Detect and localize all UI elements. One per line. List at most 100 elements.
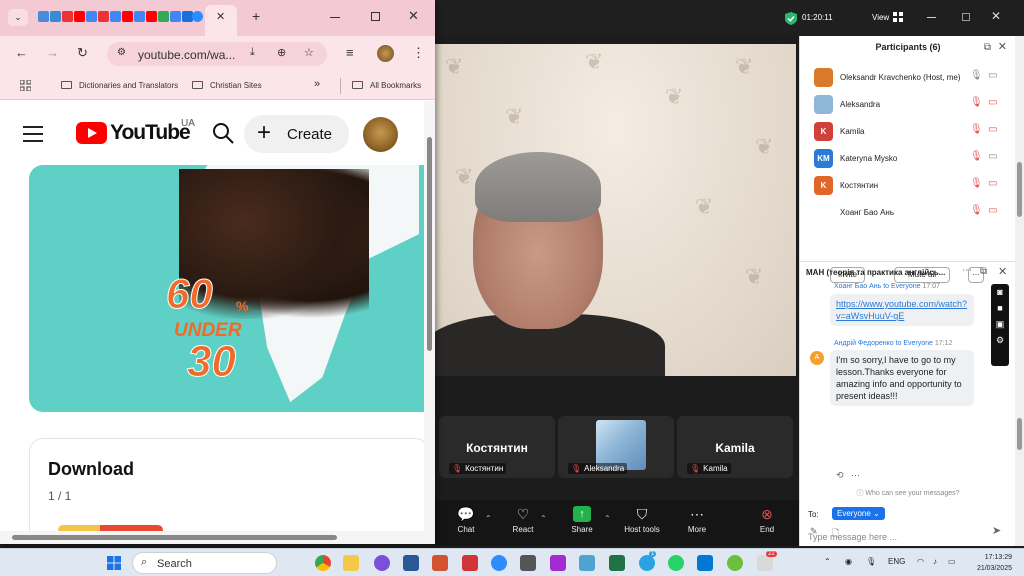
participant-row[interactable]: K Костянтин 🎙 ▭ [800,172,1016,199]
zoom-close-button[interactable]: ✕ [991,9,1001,23]
panel-scrollbar[interactable] [1015,36,1024,546]
participant-row[interactable]: K Kamila 🎙 ▭ [800,118,1016,145]
tab-favicon[interactable] [98,11,109,22]
tab-favicon[interactable] [158,11,169,22]
address-bar[interactable]: ⚙ youtube.com/wa... ⤓ ⊕ ☆ [107,42,327,66]
all-bookmarks[interactable]: All Bookmarks [352,81,421,90]
file-explorer-icon[interactable] [343,555,359,571]
menu-icon[interactable]: ⋮ [412,45,425,61]
volume-icon[interactable]: ♪ [933,557,937,566]
chevron-up-icon[interactable]: ⌃ [604,514,611,523]
mic-on-icon[interactable]: 🎙 [970,70,983,81]
camera-off-icon[interactable]: ▭ [988,178,997,189]
participant-row[interactable]: Aleksandra 🎙 ▭ [800,91,1016,118]
zoom-app-icon[interactable] [491,555,507,571]
mic-muted-icon[interactable]: 🎙 [970,178,983,189]
camera-on-icon[interactable]: ▭ [988,70,997,81]
format-icon[interactable]: ✎ [810,526,818,537]
grid-view-icon[interactable] [893,12,903,22]
tab-favicon[interactable] [50,11,61,22]
calendar-icon[interactable] [520,555,536,571]
new-tab-button[interactable]: + [252,8,260,24]
minimize-button[interactable] [330,17,340,18]
popout-icon[interactable]: ⧉ [984,42,991,53]
tab-favicon[interactable] [110,11,121,22]
site-info-icon[interactable]: ⚙ [117,47,126,58]
tab-favicon[interactable] [74,11,85,22]
create-button[interactable]: + Create [244,115,349,153]
maximize-button[interactable] [371,12,380,21]
window-icon[interactable]: ▣ [991,316,1009,332]
install-icon[interactable]: ⤓ [250,46,255,59]
tab-favicon[interactable] [86,11,97,22]
recipient-select[interactable]: Everyone ⌄ [832,507,885,520]
viber-icon[interactable] [374,555,390,571]
participant-row[interactable]: KM Kateryna Mysko 🎙 ▭ [800,145,1016,172]
zoom-icon[interactable]: ⊕ [277,46,286,59]
youtube-wordmark[interactable]: YouTube [110,121,191,145]
app-icon[interactable] [579,555,595,571]
chat-input[interactable]: Type message here ... [808,532,897,542]
tab-favicon[interactable] [134,11,145,22]
chrome-app-icon[interactable] [315,555,331,571]
camera-icon[interactable]: ◙ [991,284,1009,300]
taskbar-search[interactable]: ⌕ Search [132,552,277,574]
scrollbar-thumb[interactable] [1017,418,1022,450]
scrollbar-thumb[interactable] [427,137,432,351]
tab-close-icon[interactable]: ✕ [216,10,225,23]
settings-icon[interactable]: ⚙ [991,332,1009,348]
chevron-more-icon[interactable]: » [314,78,320,90]
powerpoint-icon[interactable] [432,555,448,571]
windows-start-icon[interactable] [107,556,121,570]
telegram-icon[interactable] [639,555,655,571]
chevron-up-icon[interactable]: ⌃ [824,557,831,566]
mic-muted-icon[interactable]: 🎙 [970,205,983,216]
store-icon[interactable] [757,555,773,571]
download-card[interactable]: Download 1 / 1 [29,438,424,531]
tab-favicon[interactable] [122,11,133,22]
close-panel-icon[interactable]: ✕ [998,40,1007,53]
file-icon[interactable]: 🗋 [832,526,839,542]
camera-on-icon[interactable]: ▭ [988,151,997,162]
who-can-see-link[interactable]: ⓘ Who can see your messages? [800,488,1016,498]
tab-favicon[interactable] [192,11,203,22]
word-icon[interactable] [403,555,419,571]
close-chat-icon[interactable]: ✕ [998,265,1007,278]
tab-favicon[interactable] [146,11,157,22]
mic-muted-icon[interactable]: 🎙 [970,124,983,135]
app-icon[interactable] [550,555,566,571]
vertical-scrollbar[interactable] [424,101,435,531]
account-avatar[interactable] [363,117,398,152]
forward-icon[interactable]: → [46,45,59,60]
excel-icon[interactable] [609,555,625,571]
view-button[interactable]: View [872,13,889,22]
chat-more-icon[interactable]: ⋯ [962,265,972,276]
video-icon[interactable]: ■ [991,300,1009,316]
zoom-maximize-button[interactable] [962,13,970,21]
clock[interactable]: 17:13:29 21/03/2025 [968,552,1012,574]
media-control-icon[interactable]: ≡ [346,45,354,60]
chevron-up-icon[interactable]: ⌃ [485,514,492,523]
participant-row[interactable]: Oleksandr Kravchenko (Host, me) 🎙 ▭ [800,64,1016,91]
hamburger-menu-icon[interactable] [23,126,43,147]
youtube-logo-icon[interactable] [76,122,107,144]
camera-off-icon[interactable]: ▭ [988,124,997,135]
popout-icon[interactable]: ⧉ [980,266,987,277]
tab-favicon[interactable] [38,11,49,22]
url-text[interactable]: youtube.com/wa... [138,48,235,62]
send-icon[interactable]: ➤ [992,524,1001,537]
scrollbar-thumb[interactable] [12,535,337,540]
microphone-icon[interactable]: 🎙 [866,557,876,566]
whatsapp-icon[interactable] [668,555,684,571]
tab-favicon[interactable] [62,11,73,22]
battery-icon[interactable]: ▭ [948,557,956,566]
security-icon[interactable]: ◉ [845,557,852,566]
app-icon[interactable] [462,555,478,571]
zoom-minimize-button[interactable] [927,17,936,18]
chevron-up-icon[interactable]: ⌃ [540,514,547,523]
participant-row[interactable]: Хоанг Бао Ань 🎙 ▭ [800,199,1016,226]
camera-off-icon[interactable]: ▭ [988,97,997,108]
message-actions[interactable]: ⟲ ⋯ [836,470,860,481]
profile-avatar[interactable] [377,45,394,62]
message-link[interactable]: https://www.youtube.com/watch?v=aWsvHuuV… [830,294,974,326]
